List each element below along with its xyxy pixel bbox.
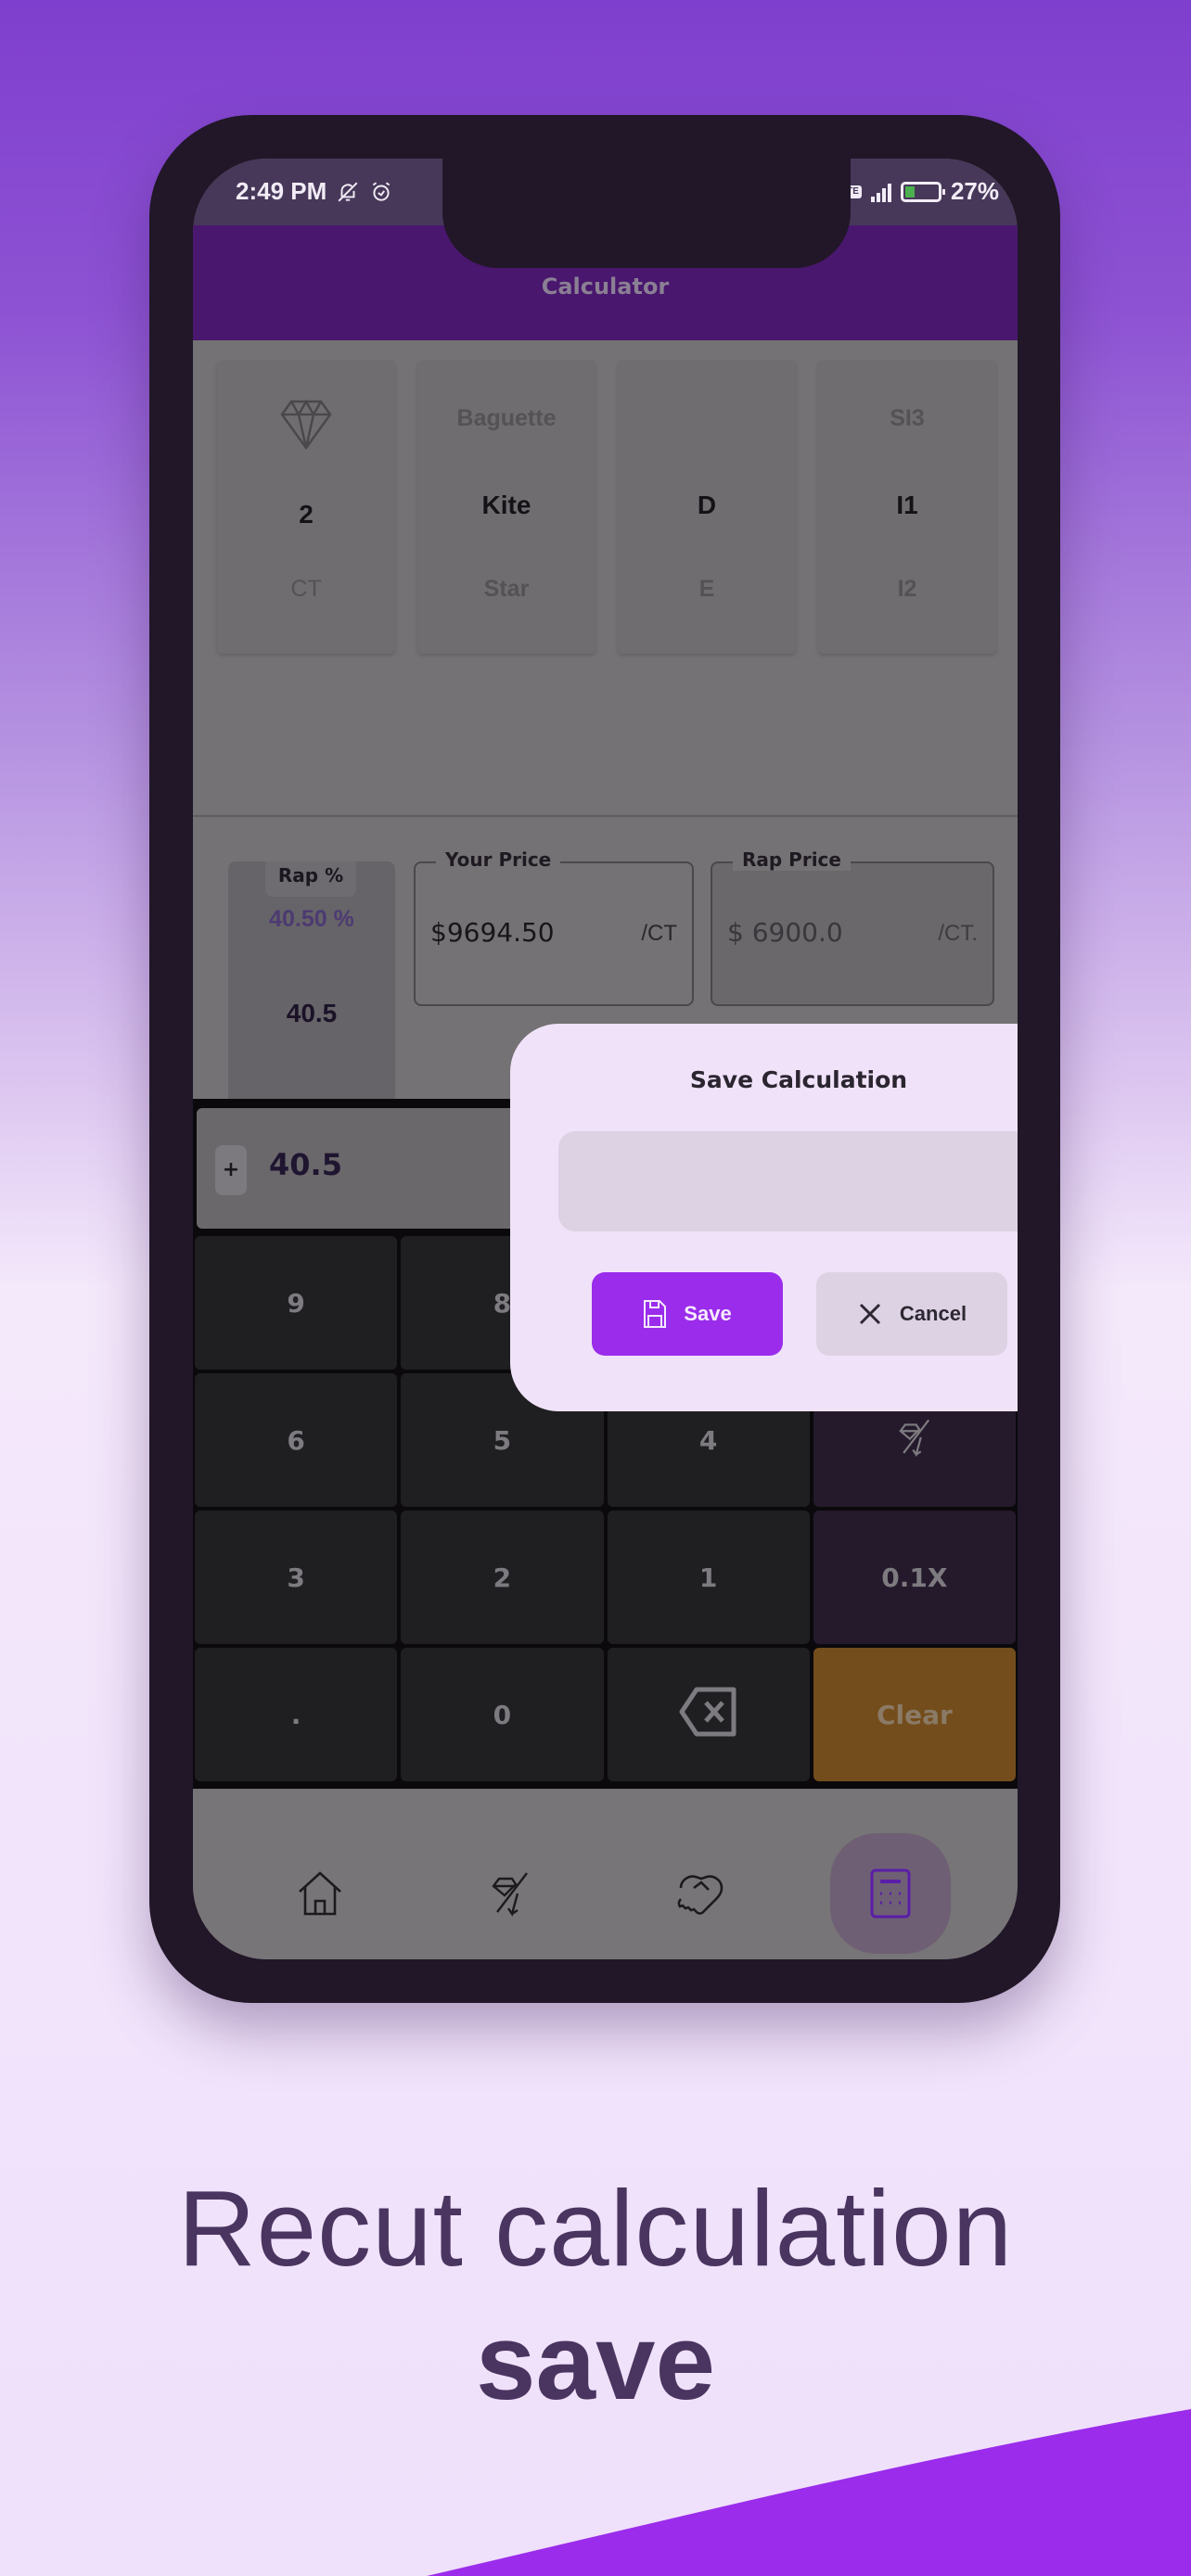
rap-price-field: Rap Price $ 6900.0 /CT. [711, 848, 994, 1006]
caption-title: Recut calculation [177, 2168, 1014, 2289]
dialog-cancel-label: Cancel [899, 1302, 967, 1325]
home-icon [299, 1871, 341, 1916]
phone-frame: 2:49 PM Vo LTE 27% Calculator 2 CT B [149, 115, 1060, 2003]
your-price-unit: /CT [641, 921, 677, 946]
key-6[interactable]: 6 [195, 1373, 398, 1507]
save-calculation-dialog: Save Calculation Save Cancel [510, 1024, 1018, 1411]
diamond-icon [280, 399, 332, 450]
key-1[interactable]: 1 [607, 1511, 810, 1644]
color-selector[interactable]: D E [618, 361, 796, 654]
clarity-current: I1 [896, 491, 918, 519]
key-0[interactable]: 0 [401, 1648, 604, 1781]
sign-toggle-button[interactable]: + [215, 1145, 247, 1195]
battery-percent: 27% [950, 177, 999, 205]
dialog-save-label: Save [684, 1302, 732, 1325]
key-label: 8 [493, 1287, 512, 1319]
shape-next: Star [483, 576, 530, 602]
key-0-1x[interactable]: 0.1X [813, 1511, 1016, 1644]
calculator-icon [870, 1868, 911, 1919]
carat-value: 2 [299, 500, 314, 529]
backspace-icon [678, 1686, 739, 1744]
carat-selector[interactable]: 2 CT [217, 361, 395, 654]
your-price-value: $9694.50 [430, 917, 555, 948]
rap-percent-label: Rap % [265, 861, 356, 897]
shape-prev: Baguette [456, 405, 557, 431]
shape-selector[interactable]: Baguette Kite Star [417, 361, 596, 654]
key-label: 9 [287, 1287, 305, 1319]
key-backspace[interactable] [607, 1648, 810, 1781]
your-price-field[interactable]: Your Price $9694.50 /CT [414, 848, 694, 1006]
key-3[interactable]: 3 [195, 1511, 398, 1644]
rap-percent-current: 40.5 [286, 999, 338, 1027]
clarity-next: I2 [897, 576, 917, 602]
bottom-navigation [193, 1791, 1018, 1959]
nav-calculator[interactable] [830, 1833, 951, 1954]
app-title: Calculator [541, 274, 670, 300]
section-divider [193, 815, 1018, 817]
key-label: 3 [287, 1562, 305, 1593]
key-label: 6 [287, 1424, 305, 1456]
key-label: 0 [493, 1699, 512, 1730]
dialog-save-button[interactable]: Save [592, 1272, 783, 1356]
nav-deals[interactable] [640, 1833, 761, 1954]
rap-price-label: Rap Price [733, 848, 851, 871]
key-label: Clear [876, 1699, 953, 1730]
color-next: E [698, 576, 715, 602]
recut-icon [492, 1872, 528, 1917]
carat-unit: CT [290, 576, 322, 602]
floppy-save-icon [644, 1300, 667, 1328]
key-2[interactable]: 2 [401, 1511, 604, 1644]
key-label: . [290, 1699, 301, 1730]
key-decimal[interactable]: . [195, 1648, 398, 1781]
recut-icon [894, 1417, 935, 1464]
nav-home[interactable] [260, 1833, 380, 1954]
rap-price-unit: /CT. [938, 921, 978, 946]
dialog-title: Save Calculation [689, 1066, 908, 1093]
bell-off-icon [338, 182, 358, 201]
stone-selectors: 2 CT Baguette Kite Star D E SI3 I1 I2 [217, 361, 996, 654]
shape-current: Kite [481, 491, 531, 519]
signal-icon-2 [870, 182, 891, 202]
key-label: 4 [698, 1424, 718, 1456]
display-value: 40.5 [269, 1147, 342, 1182]
key-label: 1 [698, 1562, 718, 1593]
key-9[interactable]: 9 [195, 1236, 398, 1370]
key-clear[interactable]: Clear [813, 1648, 1016, 1781]
color-current: D [697, 491, 717, 519]
rap-percent-prev: 40.50 % [269, 906, 354, 932]
rap-price-value: $ 6900.0 [727, 917, 843, 948]
clarity-prev: SI3 [890, 405, 925, 431]
your-price-label: Your Price [436, 848, 561, 871]
key-label: 5 [493, 1424, 512, 1456]
caption-subtitle: save [475, 2302, 716, 2422]
key-label: 0.1X [881, 1562, 948, 1593]
clarity-selector[interactable]: SI3 I1 I2 [818, 361, 996, 654]
handshake-icon [677, 1875, 724, 1915]
phone-screen: 2:49 PM Vo LTE 27% Calculator 2 CT B [193, 159, 1018, 1959]
close-icon [859, 1303, 880, 1325]
alarm-icon [373, 181, 391, 201]
nav-recut[interactable] [450, 1833, 570, 1954]
battery-charging-icon [900, 181, 945, 202]
key-label: 2 [493, 1562, 512, 1593]
status-time: 2:49 PM [236, 177, 327, 205]
dialog-cancel-button[interactable]: Cancel [816, 1272, 1007, 1356]
calculation-name-input[interactable] [558, 1131, 1018, 1231]
camera-notch [442, 159, 851, 268]
